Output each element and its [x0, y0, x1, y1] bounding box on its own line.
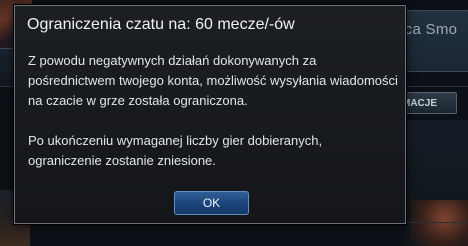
dialog-body: Z powodu negatywnych działań dokonywanyc… — [28, 51, 398, 171]
chat-restriction-dialog: Ograniczenia czatu na: 60 mecze/-ów Z po… — [14, 5, 406, 224]
dialog-message-restriction: Z powodu negatywnych działań dokonywanyc… — [28, 53, 398, 108]
dialog-title: Ograniczenia czatu na: 60 mecze/-ów — [27, 16, 295, 33]
background-art-right — [410, 200, 468, 246]
ok-button[interactable]: OK — [174, 191, 249, 215]
background-partial-button: MACJE — [397, 92, 457, 114]
background-panel-right — [405, 10, 468, 72]
dialog-message-lift: Po ukończeniu wymaganej liczby gier dobi… — [28, 133, 323, 168]
